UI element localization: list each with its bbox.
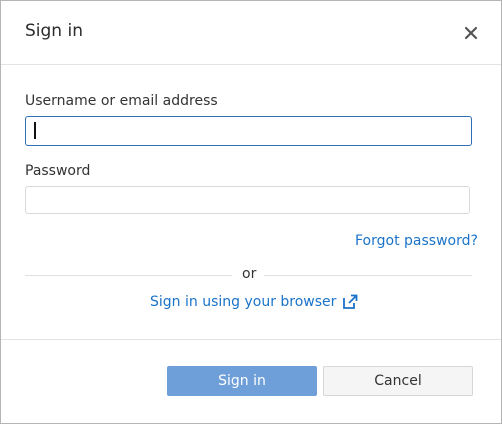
dialog-title: Sign in [25,21,83,41]
divider-left [25,275,232,276]
sign-in-dialog: Sign in Username or email address Passwo… [0,0,502,424]
external-link-icon [343,294,358,309]
or-separator: or [242,266,257,282]
forgot-password-link[interactable]: Forgot password? [355,233,478,249]
username-input[interactable] [25,116,472,146]
password-input[interactable] [25,186,470,214]
password-label: Password [25,163,91,179]
browser-sign-in-label: Sign in using your browser [150,294,337,310]
close-icon [464,26,478,40]
dialog-header: Sign in [1,1,501,65]
username-label: Username or email address [25,93,218,109]
cancel-button[interactable]: Cancel [323,366,473,396]
divider-right [264,275,472,276]
text-caret [34,122,36,139]
footer-separator [1,339,501,340]
browser-sign-in-link[interactable]: Sign in using your browser [150,294,358,310]
close-button[interactable] [459,21,483,45]
sign-in-button[interactable]: Sign in [167,366,317,396]
